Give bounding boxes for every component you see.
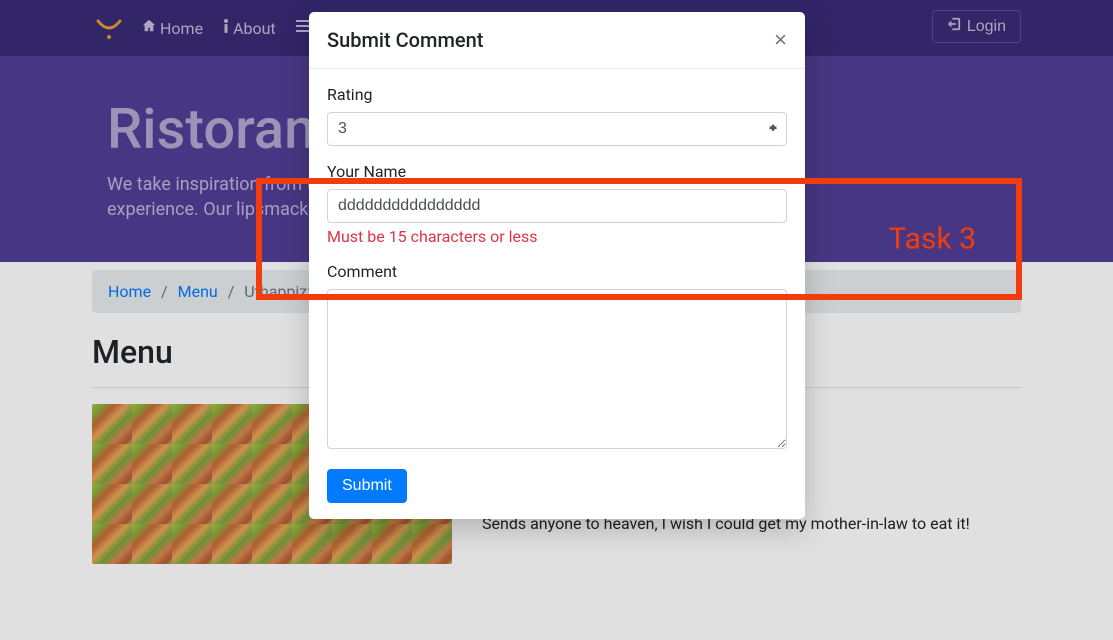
name-group: Your Name Must be 15 characters or less	[327, 162, 787, 246]
close-button[interactable]: ×	[774, 29, 787, 51]
submit-label: Submit	[342, 477, 392, 494]
close-icon: ×	[774, 27, 787, 52]
submit-comment-modal: Submit Comment × Rating Your Name Must b…	[309, 12, 805, 519]
modal-title: Submit Comment	[327, 28, 483, 52]
submit-button[interactable]: Submit	[327, 469, 407, 503]
comment-textarea[interactable]	[327, 289, 787, 449]
comment-group: Comment	[327, 262, 787, 453]
rating-select[interactable]	[327, 112, 787, 146]
rating-group: Rating	[327, 85, 787, 146]
name-input[interactable]	[327, 189, 787, 223]
modal-header: Submit Comment ×	[309, 12, 805, 69]
modal-body: Rating Your Name Must be 15 characters o…	[309, 69, 805, 519]
rating-label: Rating	[327, 85, 787, 104]
comment-label: Comment	[327, 262, 787, 281]
name-label: Your Name	[327, 162, 787, 181]
rating-select-wrap	[327, 112, 787, 146]
name-error: Must be 15 characters or less	[327, 227, 787, 246]
